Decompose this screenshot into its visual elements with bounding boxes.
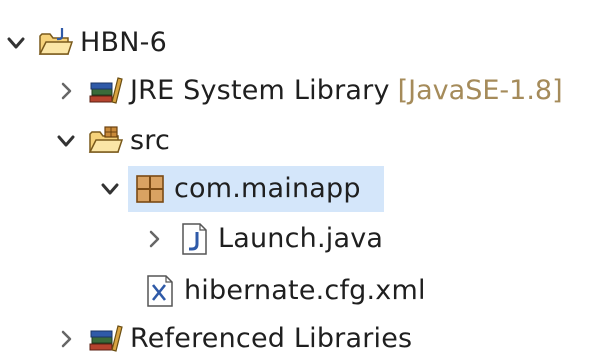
chevron-down-icon[interactable]: [54, 129, 78, 153]
library-books-icon: [88, 322, 124, 356]
chevron-right-icon[interactable]: [142, 227, 166, 251]
tree-item-package-com-mainapp[interactable]: com.mainapp: [98, 166, 361, 212]
tree-item-launch-java[interactable]: Launch.java: [142, 216, 383, 262]
java-project-folder-icon: [38, 26, 74, 60]
chevron-right-icon[interactable]: [54, 327, 78, 351]
package-icon: [132, 172, 168, 206]
tree-item-label: hibernate.cfg.xml: [184, 275, 426, 306]
tree-item-project[interactable]: HBN-6: [4, 20, 167, 66]
project-explorer-tree: HBN-6 JRE System Library [JavaSE-1.8] sr…: [0, 0, 592, 355]
xml-file-icon: [142, 274, 178, 308]
chevron-down-icon[interactable]: [98, 177, 122, 201]
tree-item-label: Referenced Libraries: [130, 323, 413, 354]
tree-item-jre-system-library[interactable]: JRE System Library [JavaSE-1.8]: [54, 68, 563, 114]
tree-item-referenced-libraries[interactable]: Referenced Libraries: [54, 316, 412, 362]
library-books-icon: [88, 74, 124, 108]
tree-item-label: com.mainapp: [174, 173, 361, 204]
tree-item-hibernate-cfg-xml[interactable]: hibernate.cfg.xml: [142, 268, 426, 314]
tree-item-label: src: [130, 125, 171, 156]
tree-item-src[interactable]: src: [54, 118, 170, 164]
java-file-icon: [176, 222, 212, 256]
chevron-down-icon[interactable]: [4, 31, 28, 55]
tree-item-label: HBN-6: [80, 27, 167, 58]
chevron-right-icon[interactable]: [54, 79, 78, 103]
source-folder-icon: [88, 124, 124, 158]
tree-item-label: Launch.java: [218, 223, 384, 254]
jre-version-decoration: [JavaSE-1.8]: [397, 75, 563, 106]
tree-item-label: JRE System Library: [130, 75, 390, 106]
